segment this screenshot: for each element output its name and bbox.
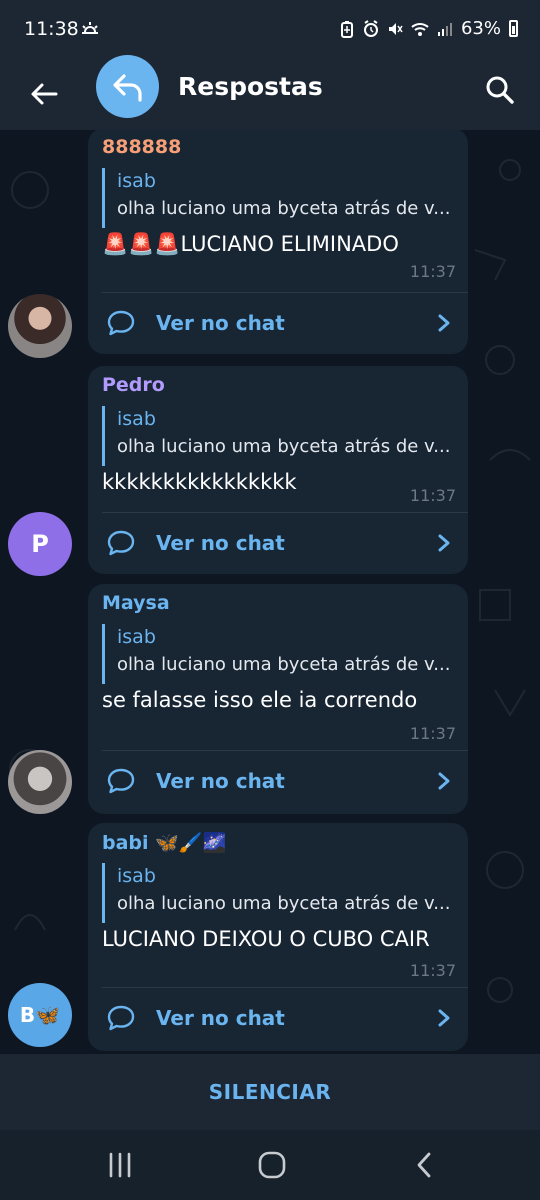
- battery-saver-icon: [340, 20, 353, 38]
- home-button[interactable]: [252, 1148, 292, 1182]
- message-text: se falasse isso ele ia correndo: [102, 688, 418, 712]
- mute-icon: [388, 22, 403, 35]
- bottom-action-bar: SILENCIAR: [0, 1054, 540, 1130]
- chevron-right-icon: [438, 772, 450, 790]
- weather-icon: [82, 22, 98, 34]
- message-text: LUCIANO DEIXOU O CUBO CAIR: [102, 927, 430, 951]
- message-text: 🚨🚨🚨LUCIANO ELIMINADO: [102, 232, 399, 256]
- chevron-right-icon: [438, 1009, 450, 1027]
- reply-quote-text: olha luciano uma byceta atrás de v...: [117, 436, 451, 457]
- arrow-left-icon: [31, 83, 58, 105]
- message-bubble[interactable]: 888888 isab olha luciano uma byceta atrá…: [88, 130, 468, 354]
- alarm-icon: [363, 19, 378, 37]
- recent-apps-icon: [109, 1152, 131, 1178]
- reply-quote-text: olha luciano uma byceta atrás de v...: [117, 654, 451, 675]
- reply-item: P Pedro isab olha luciano uma byceta atr…: [0, 366, 540, 594]
- view-in-chat-button[interactable]: Ver no chat: [88, 751, 468, 813]
- message-bubble[interactable]: Maysa isab olha luciano uma byceta atrás…: [88, 584, 468, 814]
- message-bubble[interactable]: Pedro isab olha luciano uma byceta atrás…: [88, 366, 468, 574]
- reply-arrow-icon: [112, 73, 142, 102]
- chat-bubble-icon: [107, 768, 135, 794]
- status-bar: 11:38 63%: [0, 0, 540, 62]
- message-bubble[interactable]: babi 🦋🖌️🌌 isab olha luciano uma byceta a…: [88, 823, 468, 1051]
- view-in-chat-button[interactable]: Ver no chat: [88, 293, 468, 355]
- status-time: 11:38: [24, 18, 79, 40]
- avatar[interactable]: [8, 750, 72, 814]
- home-icon: [258, 1151, 286, 1179]
- view-in-chat-button[interactable]: Ver no chat: [88, 988, 468, 1050]
- reply-quote-name: isab: [117, 170, 156, 192]
- message-time: 11:37: [409, 724, 456, 743]
- avatar-initial: B🦋: [19, 1003, 61, 1027]
- view-in-chat-label: Ver no chat: [156, 1006, 285, 1030]
- reply-quote-text: olha luciano uma byceta atrás de v...: [117, 198, 451, 219]
- replies-list[interactable]: 888888 isab olha luciano uma byceta atrá…: [0, 130, 540, 1054]
- reply-item: B🦋 babi 🦋🖌️🌌 isab olha luciano uma bycet…: [0, 823, 540, 1053]
- top-app-bar: Respostas: [0, 55, 540, 130]
- message-time: 11:37: [409, 486, 456, 505]
- reply-quote[interactable]: isab olha luciano uma byceta atrás de v.…: [102, 863, 454, 923]
- message-time: 11:37: [409, 262, 456, 281]
- reply-quote-name: isab: [117, 865, 156, 887]
- page-title: Respostas: [178, 72, 323, 101]
- battery-percent: 63%: [460, 18, 501, 39]
- status-icons: 63%: [339, 18, 518, 39]
- signal-icon: [437, 22, 452, 36]
- view-in-chat-label: Ver no chat: [156, 769, 285, 793]
- avatar-initial: P: [31, 530, 49, 558]
- back-button[interactable]: [24, 74, 64, 114]
- avatar[interactable]: P: [8, 512, 72, 576]
- chat-bubble-icon: [107, 310, 135, 336]
- reply-quote[interactable]: isab olha luciano uma byceta atrás de v.…: [102, 168, 454, 228]
- sender-name: Maysa: [102, 592, 170, 614]
- system-nav-bar: [0, 1130, 540, 1200]
- reply-quote[interactable]: isab olha luciano uma byceta atrás de v.…: [102, 406, 454, 466]
- message-text: kkkkkkkkkkkkkkkk: [102, 470, 297, 494]
- avatar[interactable]: [8, 294, 72, 358]
- wifi-icon: [411, 22, 429, 36]
- reply-quote-name: isab: [117, 408, 156, 430]
- view-in-chat-button[interactable]: Ver no chat: [88, 513, 468, 575]
- view-in-chat-label: Ver no chat: [156, 531, 285, 555]
- chat-bubble-icon: [107, 530, 135, 556]
- reply-item: 888888 isab olha luciano uma byceta atrá…: [0, 130, 540, 358]
- sender-name: babi 🦋🖌️🌌: [102, 832, 227, 854]
- search-button[interactable]: [480, 70, 520, 110]
- search-icon: [486, 76, 514, 104]
- system-back-button[interactable]: [404, 1148, 444, 1182]
- reply-quote-text: olha luciano uma byceta atrás de v...: [117, 893, 451, 914]
- reply-quote[interactable]: isab olha luciano uma byceta atrás de v.…: [102, 624, 454, 684]
- back-icon: [417, 1152, 431, 1178]
- recent-apps-button[interactable]: [100, 1148, 140, 1182]
- avatar[interactable]: B🦋: [8, 983, 72, 1047]
- message-time: 11:37: [409, 961, 456, 980]
- battery-icon: [509, 20, 518, 37]
- sender-name: Pedro: [102, 374, 165, 396]
- mute-button[interactable]: SILENCIAR: [209, 1080, 332, 1104]
- chevron-right-icon: [438, 534, 450, 552]
- view-in-chat-label: Ver no chat: [156, 311, 285, 335]
- sender-name: 888888: [102, 136, 182, 158]
- reply-quote-name: isab: [117, 626, 156, 648]
- chat-bubble-icon: [107, 1005, 135, 1031]
- replies-avatar: [96, 55, 159, 118]
- reply-item: Maysa isab olha luciano uma byceta atrás…: [0, 584, 540, 814]
- chevron-right-icon: [438, 314, 450, 332]
